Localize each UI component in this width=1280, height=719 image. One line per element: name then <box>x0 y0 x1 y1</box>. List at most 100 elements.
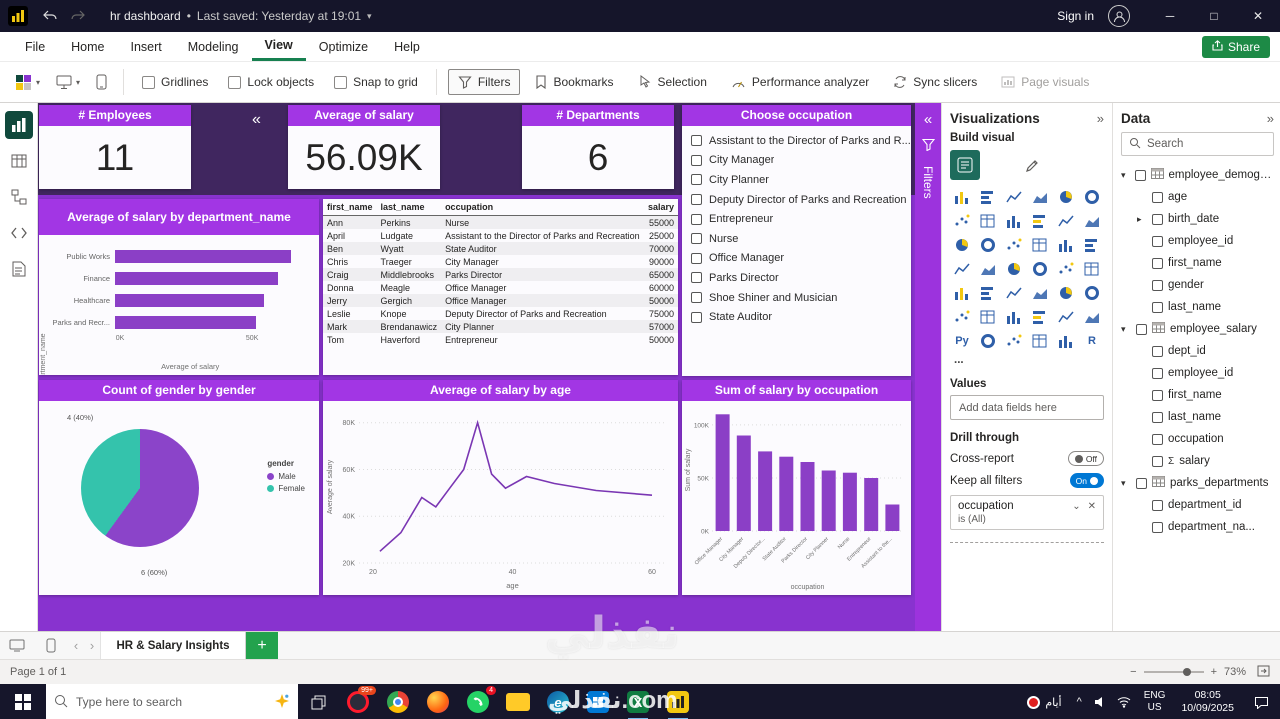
checkbox-icon[interactable] <box>1152 455 1163 467</box>
mobile-layout-button[interactable] <box>88 74 115 90</box>
visual-type-icon[interactable] <box>1080 306 1104 328</box>
drill-field-occupation[interactable]: occupation ⌄ ✕ is (All) <box>950 495 1104 530</box>
visual-type-icon[interactable] <box>1028 282 1052 304</box>
performance-analyzer-button[interactable]: Performance analyzer <box>722 70 878 94</box>
volume-icon[interactable] <box>1089 696 1112 708</box>
checkbox-icon[interactable] <box>1136 323 1147 335</box>
slicer-option-assistant-to-the-director-of-parks-and-r[interactable]: Assistant to the Director of Parks and R… <box>682 131 911 151</box>
page-visuals-button[interactable]: Page visuals <box>992 70 1098 94</box>
checkbox-icon[interactable] <box>1152 521 1163 533</box>
task-view-button[interactable] <box>298 684 338 719</box>
expand-caret-icon[interactable]: ▾ <box>1121 478 1131 489</box>
table-row[interactable]: Mark Brendanawicz City Planner 57000 <box>323 320 678 333</box>
field-first-name[interactable]: first_name <box>1121 252 1274 274</box>
visual-type-icon[interactable] <box>1080 234 1104 256</box>
visual-type-icon[interactable] <box>1028 306 1052 328</box>
checkbox-icon[interactable] <box>1136 477 1147 489</box>
collapse-chevron-icon[interactable]: « <box>252 111 261 129</box>
checkbox-icon[interactable] <box>1152 301 1163 313</box>
r-visual-icon[interactable]: R <box>1080 330 1104 352</box>
visual-type-icon[interactable] <box>1002 306 1026 328</box>
visual-type-icon[interactable] <box>1028 330 1052 352</box>
menu-insert[interactable]: Insert <box>118 32 175 61</box>
maximize-button[interactable]: □ <box>1192 0 1236 32</box>
menu-view[interactable]: View <box>251 32 306 61</box>
visual-type-icon[interactable] <box>1054 258 1078 280</box>
visual-type-icon[interactable] <box>1028 210 1052 232</box>
slicer-option-nurse[interactable]: Nurse <box>682 229 911 249</box>
visual-type-icon[interactable] <box>1054 186 1078 208</box>
field-last-name[interactable]: last_name <box>1121 406 1274 428</box>
checkbox-icon[interactable] <box>1152 257 1163 269</box>
zoom-slider-handle[interactable] <box>1183 668 1192 676</box>
column-header-last-name[interactable]: last_name <box>376 199 442 216</box>
show-hidden-icons-button[interactable]: ^ <box>1070 696 1089 708</box>
menu-modeling[interactable]: Modeling <box>175 32 252 61</box>
collapse-pane-icon[interactable]: » <box>1267 111 1274 126</box>
bar[interactable] <box>715 414 730 531</box>
collapse-pane-icon[interactable]: » <box>1097 111 1104 126</box>
visual-type-icon[interactable] <box>976 282 1000 304</box>
format-visual-icon[interactable] <box>1024 157 1041 174</box>
search-highlights-icon[interactable] <box>274 693 290 712</box>
visual-type-icon[interactable] <box>1028 186 1052 208</box>
bar[interactable] <box>115 315 257 329</box>
network-icon[interactable] <box>1112 696 1136 708</box>
checkbox-icon[interactable] <box>1152 279 1163 291</box>
filters-button[interactable]: Filters <box>447 69 521 95</box>
expand-filters-icon[interactable]: « <box>924 111 932 128</box>
bar[interactable] <box>115 249 292 263</box>
edge-taskbar-icon[interactable]: e <box>538 684 578 719</box>
next-page-button[interactable]: › <box>84 638 100 653</box>
checkbox-snap-to-grid[interactable]: Snap to grid <box>334 75 418 89</box>
visual-type-icon[interactable] <box>1080 186 1104 208</box>
field-employee-id[interactable]: employee_id <box>1121 230 1274 252</box>
bar[interactable] <box>800 462 815 531</box>
slicer-option-state-auditor[interactable]: State Auditor <box>682 307 911 327</box>
column-header-occupation[interactable]: occupation <box>441 199 644 216</box>
zoom-out-button[interactable]: − <box>1130 666 1136 678</box>
slicer-option-office-manager[interactable]: Office Manager <box>682 249 911 269</box>
menu-file[interactable]: File <box>12 32 58 61</box>
visual-type-icon[interactable] <box>1002 210 1026 232</box>
data-search-input[interactable]: Search <box>1121 132 1274 156</box>
visual-type-icon[interactable] <box>976 330 1000 352</box>
visual-type-icon[interactable] <box>950 210 974 232</box>
visual-type-icon[interactable] <box>1054 282 1078 304</box>
line-chart-salary-by-age[interactable]: Average of salary by age 20K 40K 60K 80K 20 4… <box>323 380 678 595</box>
card-employees[interactable]: # Employees 11 <box>39 105 191 189</box>
slicer-choose-occupation[interactable]: Choose occupation Assistant to the Direc… <box>682 105 911 376</box>
expand-caret-icon[interactable]: ▾ <box>1121 170 1130 181</box>
excel-taskbar-icon[interactable]: X <box>618 684 658 719</box>
checkbox-icon[interactable] <box>1152 367 1163 379</box>
bar-chart-salary-by-department[interactable]: Average of salary by department_name dep… <box>39 199 319 375</box>
checkbox-icon[interactable] <box>1152 345 1163 357</box>
selected-visual-slicer-icon[interactable] <box>950 150 980 180</box>
bar[interactable] <box>115 293 265 307</box>
model-view-icon[interactable] <box>5 183 33 211</box>
line-chart[interactable]: 20K 40K 60K 80K 20 40 60 age Average of salary <box>323 401 676 593</box>
visual-type-icon[interactable] <box>1080 210 1104 232</box>
pie-chart[interactable] <box>81 429 199 547</box>
report-view-icon[interactable] <box>4 111 33 139</box>
checkbox-icon[interactable] <box>1152 499 1163 511</box>
visual-type-icon[interactable] <box>950 258 974 280</box>
keep-all-filters-toggle[interactable]: On <box>1069 473 1104 488</box>
checkbox-lock-objects[interactable]: Lock objects <box>228 75 314 89</box>
bookmarks-button[interactable]: Bookmarks <box>526 70 622 94</box>
visual-type-icon[interactable] <box>1054 234 1078 256</box>
table-row[interactable]: April Ludgate Assistant to the Director of… <box>323 229 678 242</box>
bar-chart-salary-by-occupation[interactable]: Sum of salary by occupation 0K 50K 100K Off… <box>682 380 911 595</box>
table-employee-salary[interactable]: ▾ employee_salary <box>1121 318 1274 340</box>
menu-home[interactable]: Home <box>58 32 117 61</box>
start-button[interactable] <box>0 684 46 719</box>
share-button[interactable]: Share <box>1201 36 1270 58</box>
new-page-button[interactable]: + <box>246 632 278 659</box>
table-row[interactable]: Donna Meagle Office Manager 60000 <box>323 281 678 294</box>
field-department-na[interactable]: department_na... <box>1121 516 1274 538</box>
visual-type-icon[interactable] <box>976 210 1000 232</box>
mobile-layout-icon[interactable] <box>34 638 68 653</box>
bar[interactable] <box>885 504 900 532</box>
card-average-of-salary[interactable]: Average of salary 56.09K <box>288 105 440 189</box>
field-gender[interactable]: gender <box>1121 274 1274 296</box>
